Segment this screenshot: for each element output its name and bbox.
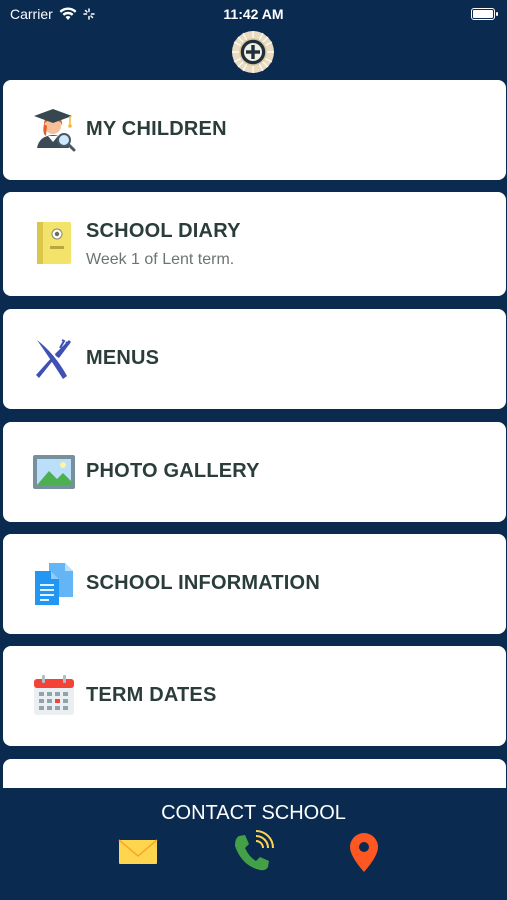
documents-icon	[35, 563, 73, 605]
menu-item-term-dates[interactable]: TERM DATES	[3, 646, 506, 746]
status-time: 11:42 AM	[223, 6, 284, 22]
contact-school-bar: CONTACT SCHOOL	[0, 788, 507, 900]
fork-knife-icon	[36, 339, 71, 379]
menu-item-subtitle: Week 1 of Lent term.	[86, 251, 235, 268]
map-pin-icon[interactable]	[342, 830, 386, 874]
battery-icon	[471, 8, 498, 20]
menu-item-photo-gallery[interactable]: PHOTO GALLERY	[3, 422, 506, 522]
menu-item-label: MENUS	[86, 347, 160, 369]
menu-item-menus[interactable]: MENUS	[3, 309, 506, 409]
school-crest-logo	[232, 31, 274, 73]
menu-item-my-children[interactable]: MY CHILDREN	[3, 80, 506, 180]
menu-item-label: PHOTO GALLERY	[86, 460, 260, 482]
picture-frame-icon	[33, 455, 75, 489]
diary-book-icon	[37, 222, 71, 264]
graduate-student-icon	[34, 109, 76, 152]
menu-item-partial[interactable]	[3, 759, 506, 788]
menu-item-school-diary[interactable]: SCHOOL DIARY Week 1 of Lent term.	[3, 192, 506, 296]
menu-item-school-information[interactable]: SCHOOL INFORMATION	[3, 534, 506, 634]
menu-list[interactable]: MY CHILDREN SCHOOL DIARY Week 1 of Lent …	[0, 80, 507, 788]
menu-item-label: TERM DATES	[86, 684, 217, 706]
envelope-icon[interactable]	[116, 830, 160, 874]
menu-item-label: SCHOOL DIARY	[86, 220, 241, 242]
menu-item-label: SCHOOL INFORMATION	[86, 572, 320, 594]
status-bar: Carrier 11:42 AM	[0, 0, 507, 28]
contact-title: CONTACT SCHOOL	[161, 802, 346, 824]
menu-item-label: MY CHILDREN	[86, 118, 227, 140]
calendar-icon	[34, 675, 74, 715]
phone-icon[interactable]	[230, 830, 274, 874]
